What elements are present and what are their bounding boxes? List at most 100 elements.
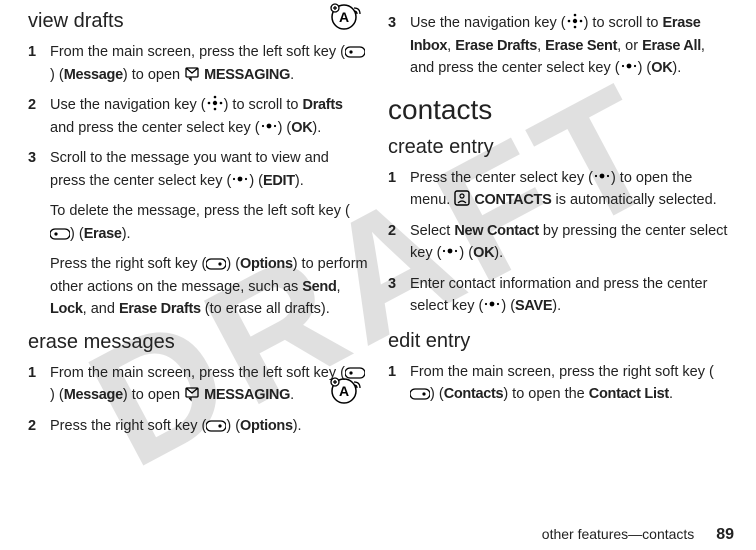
- text: ).: [552, 298, 561, 314]
- step: 2 Use the navigation key () to scroll to…: [28, 94, 368, 139]
- text: ) (: [70, 226, 84, 242]
- section-heading: edit entry: [388, 330, 728, 353]
- contacts-icon: [454, 189, 470, 211]
- step-number: 1: [388, 361, 410, 406]
- text: ) (: [249, 173, 263, 189]
- paragraph: Press the right soft key () (Options) to…: [50, 253, 368, 320]
- text: To delete the message, press the left so…: [50, 203, 350, 219]
- step: 1 Press the center select key () to open…: [388, 167, 728, 212]
- right-column: 3 Use the navigation key () to scroll to…: [378, 8, 738, 520]
- text: Select: [410, 223, 454, 239]
- ui-label: CONTACTS: [474, 192, 551, 208]
- center-key-icon: [620, 57, 638, 79]
- step-body: Press the right soft key () (Options).: [50, 415, 368, 438]
- step: 3 Scroll to the message you want to view…: [28, 147, 368, 192]
- step: 1 From the main screen, press the left s…: [28, 362, 368, 407]
- text: ) (: [501, 298, 515, 314]
- step-number: 1: [28, 41, 50, 86]
- left-soft-key-icon: [50, 223, 70, 245]
- section-heading: erase messages: [28, 331, 368, 354]
- text: ) (: [50, 387, 64, 403]
- ui-label: Contacts: [444, 386, 504, 402]
- text: .: [669, 386, 673, 402]
- page-content: view drafts 1 From the main screen, pres…: [0, 0, 756, 520]
- right-soft-key-icon: [410, 383, 430, 405]
- section-heading: create entry: [388, 136, 728, 159]
- step: 1 From the main screen, press the right …: [388, 361, 728, 406]
- ui-label: Erase Sent: [545, 38, 617, 54]
- section-heading: view drafts: [28, 10, 368, 33]
- ui-label: Send: [302, 279, 336, 295]
- text: ).: [494, 245, 503, 261]
- ui-label: Contact List: [589, 386, 669, 402]
- step: 3 Enter contact information and press th…: [388, 273, 728, 318]
- center-key-icon: [260, 117, 278, 139]
- text: , or: [617, 38, 642, 54]
- text: and press the center select key (: [50, 120, 260, 136]
- footer-chapter: other features—contacts: [542, 526, 695, 542]
- text: ) to open: [123, 387, 184, 403]
- step-body: Select New Contact by pressing the cente…: [410, 220, 728, 265]
- step: 2 Select New Contact by pressing the cen…: [388, 220, 728, 265]
- step: 2 Press the right soft key () (Options).: [28, 415, 368, 438]
- text: ) (: [50, 67, 64, 83]
- messaging-icon: [184, 64, 200, 86]
- text: Press the right soft key (: [50, 418, 206, 434]
- text: ) to scroll to: [584, 15, 663, 31]
- text: Use the navigation key (: [410, 15, 566, 31]
- text: ) (: [430, 386, 444, 402]
- ui-label: OK: [651, 60, 672, 76]
- step-body: Enter contact information and press the …: [410, 273, 728, 318]
- ui-label: Erase Drafts: [119, 301, 201, 317]
- text: ) (: [459, 245, 473, 261]
- right-soft-key-icon: [206, 415, 226, 437]
- step-body: Scroll to the message you want to view a…: [50, 147, 368, 192]
- text: ) to open: [123, 67, 184, 83]
- ui-label: Erase Drafts: [455, 38, 537, 54]
- text: .: [290, 67, 294, 83]
- text: From the main screen, press the left sof…: [50, 365, 345, 381]
- text: From the main screen, press the left sof…: [50, 44, 345, 60]
- text: (to erase all drafts).: [201, 301, 330, 317]
- ui-label: EDIT: [263, 173, 295, 189]
- ui-label: OK: [473, 245, 494, 261]
- text: ,: [337, 279, 341, 295]
- text: ) (: [278, 120, 292, 136]
- step-number: 3: [28, 147, 50, 192]
- step-body: Press the center select key () to open t…: [410, 167, 728, 212]
- step: 1 From the main screen, press the left s…: [28, 41, 368, 86]
- text: ) to open the: [503, 386, 588, 402]
- step-number: 2: [28, 94, 50, 139]
- center-key-icon: [441, 242, 459, 264]
- text: ).: [122, 226, 131, 242]
- step-body: From the main screen, press the right so…: [410, 361, 728, 406]
- ui-label: Options: [240, 256, 293, 272]
- text: ).: [293, 418, 302, 434]
- feature-badge-icon: [330, 377, 362, 405]
- text: ) (: [226, 256, 240, 272]
- step-number: 1: [28, 362, 50, 407]
- text: , and: [83, 301, 119, 317]
- ui-label: OK: [291, 120, 312, 136]
- step-number: 2: [388, 220, 410, 265]
- ui-label: Lock: [50, 301, 83, 317]
- text: Press the center select key (: [410, 170, 593, 186]
- step-number: 1: [388, 167, 410, 212]
- messaging-icon: [184, 384, 200, 406]
- center-key-icon: [483, 295, 501, 317]
- text: .: [290, 387, 294, 403]
- text: Use the navigation key (: [50, 97, 206, 113]
- right-soft-key-icon: [206, 253, 226, 275]
- step-body: Use the navigation key ( ) to scroll to E…: [410, 12, 728, 80]
- text: ).: [672, 60, 681, 76]
- ui-label: SAVE: [515, 298, 552, 314]
- center-key-icon: [593, 167, 611, 189]
- left-soft-key-icon: [345, 41, 365, 63]
- text: ) (: [226, 418, 240, 434]
- text: ,: [537, 38, 545, 54]
- text: Press the right soft key (: [50, 256, 206, 272]
- feature-badge-icon: [330, 3, 362, 31]
- paragraph: To delete the message, press the left so…: [50, 200, 368, 245]
- left-column: view drafts 1 From the main screen, pres…: [18, 8, 378, 520]
- center-key-icon: [231, 170, 249, 192]
